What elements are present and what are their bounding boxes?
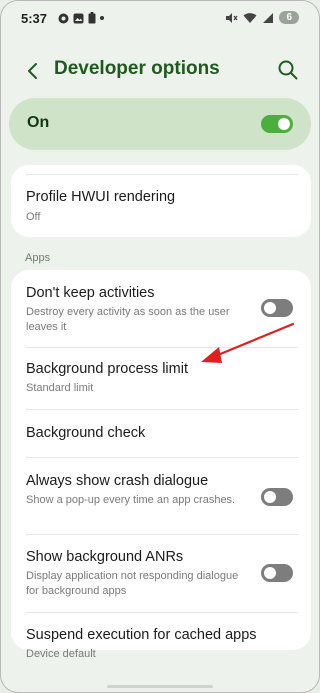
background-check-row[interactable]: Background check xyxy=(11,425,311,449)
dont-keep-activities-toggle[interactable] xyxy=(261,299,293,317)
wifi-icon xyxy=(243,12,257,23)
row-title: Show background ANRs xyxy=(26,549,184,565)
row-title: Profile HWUI rendering xyxy=(26,189,176,205)
divider xyxy=(26,174,298,175)
settings-card-graphics: Profile HWUI rendering Off xyxy=(11,165,311,237)
mute-icon xyxy=(226,12,238,23)
status-bar: 5:37 6 xyxy=(1,1,319,35)
row-subtitle: Device default xyxy=(26,648,96,660)
divider xyxy=(26,409,298,410)
profile-hwui-rendering-row[interactable]: Profile HWUI rendering Off xyxy=(11,189,311,229)
battery-notification-icon xyxy=(88,12,96,24)
notification-icons xyxy=(58,12,104,24)
search-icon[interactable] xyxy=(277,59,299,81)
settings-card-apps: Don't keep activities Destroy every acti… xyxy=(11,270,311,660)
row-subtitle: Show a pop-up every time an app crashes. xyxy=(26,494,236,506)
row-subtitle: Destroy every activity as soon as the us… xyxy=(26,306,230,333)
row-subtitle: Standard limit xyxy=(26,382,94,394)
page-title: Developer options xyxy=(54,58,220,79)
system-icons: 6 xyxy=(225,11,299,24)
row-title: Don't keep activities xyxy=(26,285,155,301)
row-title: Background check xyxy=(26,425,146,441)
row-title: Background process limit xyxy=(26,361,188,377)
row-subtitle: Off xyxy=(26,211,41,223)
always-show-crash-dialogue-row[interactable]: Always show crash dialogue Show a pop-up… xyxy=(11,473,311,527)
developer-options-master-switch[interactable]: On xyxy=(9,98,311,150)
image-notification-icon xyxy=(73,13,84,23)
app-header: Developer options xyxy=(1,49,319,93)
divider xyxy=(26,612,298,613)
show-background-anrs-toggle[interactable] xyxy=(261,564,293,582)
suspend-execution-cached-apps-row[interactable]: Suspend execution for cached apps Device… xyxy=(11,627,311,667)
status-time: 5:37 xyxy=(21,11,48,26)
signal-icon xyxy=(263,12,274,23)
home-indicator[interactable] xyxy=(107,685,213,688)
always-show-crash-dialogue-toggle[interactable] xyxy=(261,488,293,506)
background-process-limit-row[interactable]: Background process limit Standard limit xyxy=(11,361,311,401)
divider xyxy=(26,457,298,458)
master-switch-label: On xyxy=(27,114,50,131)
row-title: Always show crash dialogue xyxy=(26,473,209,489)
phone-screen: 5:37 6 Developer options On Profile HWUI… xyxy=(0,0,320,693)
row-subtitle: Display application not responding dialo… xyxy=(26,570,239,597)
back-arrow-icon[interactable] xyxy=(21,59,45,83)
row-title: Suspend execution for cached apps xyxy=(26,627,257,643)
dont-keep-activities-row[interactable]: Don't keep activities Destroy every acti… xyxy=(11,285,311,345)
more-notifications-dot xyxy=(100,16,104,20)
show-background-anrs-row[interactable]: Show background ANRs Display application… xyxy=(11,549,311,603)
divider xyxy=(26,347,298,348)
divider xyxy=(26,534,298,535)
section-header-apps: Apps xyxy=(25,252,51,264)
master-toggle[interactable] xyxy=(261,115,293,133)
settings-notification-icon xyxy=(58,13,69,23)
battery-level-badge: 6 xyxy=(279,11,299,24)
